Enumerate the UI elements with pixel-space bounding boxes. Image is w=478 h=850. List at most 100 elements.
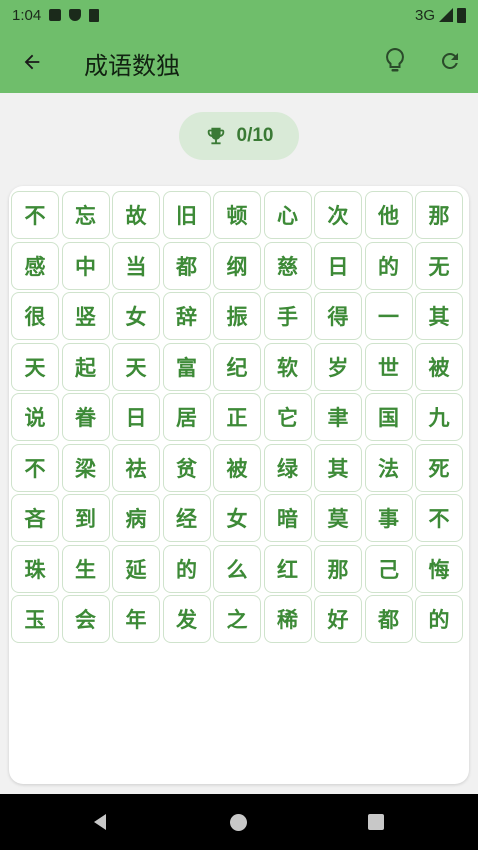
grid-cell[interactable]: 故 xyxy=(112,191,160,239)
grid-cell[interactable]: 天 xyxy=(112,342,160,391)
refresh-icon xyxy=(442,53,458,69)
grid-cell[interactable]: 世 xyxy=(364,342,413,391)
signal-icon xyxy=(439,8,453,22)
grid-cell[interactable]: 其 xyxy=(415,292,463,340)
grid-cell[interactable]: 慈 xyxy=(263,241,312,290)
grid-cell[interactable]: 事 xyxy=(364,494,413,542)
grid-cell[interactable]: 顿 xyxy=(213,191,261,239)
grid-cell[interactable]: 他 xyxy=(364,191,413,239)
grid-cell[interactable]: 那 xyxy=(314,544,362,593)
character-grid: 不忘故旧顿心次他那感中当都纲慈日的无很竖女辞振手得一其天起天富纪软岁世被说眷日居… xyxy=(11,191,463,643)
grid-cell[interactable]: 好 xyxy=(314,595,362,643)
grid-cell[interactable]: 日 xyxy=(314,241,362,290)
grid-cell[interactable]: 到 xyxy=(61,494,110,542)
grid-cell[interactable]: 莫 xyxy=(314,494,362,542)
grid-cell[interactable]: 感 xyxy=(11,241,59,290)
system-nav-bar xyxy=(0,794,478,850)
idiom-board: 不忘故旧顿心次他那感中当都纲慈日的无很竖女辞振手得一其天起天富纪软岁世被说眷日居… xyxy=(9,186,469,784)
grid-cell[interactable]: 其 xyxy=(314,443,362,492)
grid-cell[interactable]: 手 xyxy=(263,292,312,340)
grid-cell[interactable]: 之 xyxy=(213,595,261,643)
nav-recent-icon[interactable] xyxy=(368,814,384,830)
grid-cell[interactable]: 被 xyxy=(415,342,463,391)
grid-cell[interactable]: 不 xyxy=(415,494,463,542)
grid-cell[interactable]: 生 xyxy=(61,544,110,593)
grid-cell[interactable]: 玉 xyxy=(11,595,59,643)
grid-cell[interactable]: 聿 xyxy=(314,393,362,441)
nav-home-icon[interactable] xyxy=(230,814,247,831)
battery-icon xyxy=(457,7,466,23)
grid-cell[interactable]: 天 xyxy=(11,342,59,391)
grid-cell[interactable]: 珠 xyxy=(11,544,59,593)
grid-cell[interactable]: 软 xyxy=(263,342,312,391)
grid-cell[interactable]: 振 xyxy=(213,292,261,340)
grid-cell[interactable]: 辞 xyxy=(162,292,211,340)
grid-cell[interactable]: 红 xyxy=(263,544,312,593)
grid-cell[interactable]: 女 xyxy=(213,494,261,542)
app-a-icon xyxy=(49,9,62,21)
nav-back-icon[interactable] xyxy=(90,812,110,832)
grid-cell[interactable]: 么 xyxy=(213,544,261,593)
grid-cell[interactable]: 不 xyxy=(11,443,59,492)
hint-button[interactable] xyxy=(379,44,411,78)
grid-cell[interactable]: 居 xyxy=(162,393,211,441)
grid-cell[interactable]: 稀 xyxy=(263,595,312,643)
grid-cell[interactable]: 那 xyxy=(415,191,463,239)
grid-cell[interactable]: 梁 xyxy=(61,443,110,492)
grid-cell[interactable]: 法 xyxy=(364,443,413,492)
page-title: 成语数独 xyxy=(84,52,180,80)
grid-cell[interactable]: 正 xyxy=(213,393,261,441)
grid-cell[interactable]: 得 xyxy=(314,292,362,340)
grid-cell[interactable]: 纪 xyxy=(213,342,261,391)
grid-cell[interactable]: 会 xyxy=(61,595,110,643)
grid-cell[interactable]: 一 xyxy=(364,292,413,340)
grid-cell[interactable]: 旧 xyxy=(162,191,211,239)
grid-cell[interactable]: 己 xyxy=(364,544,413,593)
grid-cell[interactable]: 的 xyxy=(364,241,413,290)
grid-cell[interactable]: 它 xyxy=(263,393,312,441)
grid-cell[interactable]: 都 xyxy=(364,595,413,643)
grid-cell[interactable]: 悔 xyxy=(415,544,463,593)
refresh-button[interactable] xyxy=(434,44,466,78)
grid-cell[interactable]: 当 xyxy=(112,241,160,290)
grid-cell[interactable]: 起 xyxy=(61,342,110,391)
grid-cell[interactable]: 心 xyxy=(263,191,312,239)
grid-cell[interactable]: 暗 xyxy=(263,494,312,542)
grid-cell[interactable]: 经 xyxy=(162,494,211,542)
arrow-left-icon xyxy=(24,54,40,70)
grid-cell[interactable]: 的 xyxy=(415,595,463,643)
grid-cell[interactable]: 国 xyxy=(364,393,413,441)
status-right: 3G xyxy=(415,7,466,24)
grid-cell[interactable]: 绿 xyxy=(263,443,312,492)
grid-cell[interactable]: 死 xyxy=(415,443,463,492)
grid-cell[interactable]: 竖 xyxy=(61,292,110,340)
grid-cell[interactable]: 纲 xyxy=(213,241,261,290)
grid-cell[interactable]: 日 xyxy=(112,393,160,441)
grid-cell[interactable]: 被 xyxy=(213,443,261,492)
grid-cell[interactable]: 次 xyxy=(314,191,362,239)
grid-cell[interactable]: 说 xyxy=(11,393,59,441)
grid-cell[interactable]: 年 xyxy=(112,595,160,643)
grid-cell[interactable]: 岁 xyxy=(314,342,362,391)
grid-cell[interactable]: 都 xyxy=(162,241,211,290)
grid-cell[interactable]: 延 xyxy=(112,544,160,593)
grid-cell[interactable]: 无 xyxy=(415,241,463,290)
grid-cell[interactable]: 的 xyxy=(162,544,211,593)
grid-cell[interactable]: 中 xyxy=(61,241,110,290)
score-badge: 0/10 xyxy=(179,112,299,160)
status-left: 1:04 xyxy=(12,7,100,24)
grid-cell[interactable]: 吝 xyxy=(11,494,59,542)
grid-cell[interactable]: 忘 xyxy=(61,191,110,239)
grid-cell[interactable]: 富 xyxy=(162,342,211,391)
grid-cell[interactable]: 贫 xyxy=(162,443,211,492)
grid-cell[interactable]: 发 xyxy=(162,595,211,643)
grid-cell[interactable]: 病 xyxy=(112,494,160,542)
grid-cell[interactable]: 不 xyxy=(11,191,59,239)
grid-cell[interactable]: 女 xyxy=(112,292,160,340)
back-button[interactable] xyxy=(16,46,48,78)
grid-cell[interactable]: 九 xyxy=(415,393,463,441)
grid-cell[interactable]: 眷 xyxy=(61,393,110,441)
shield-icon xyxy=(69,9,82,21)
grid-cell[interactable]: 很 xyxy=(11,292,59,340)
grid-cell[interactable]: 祛 xyxy=(112,443,160,492)
